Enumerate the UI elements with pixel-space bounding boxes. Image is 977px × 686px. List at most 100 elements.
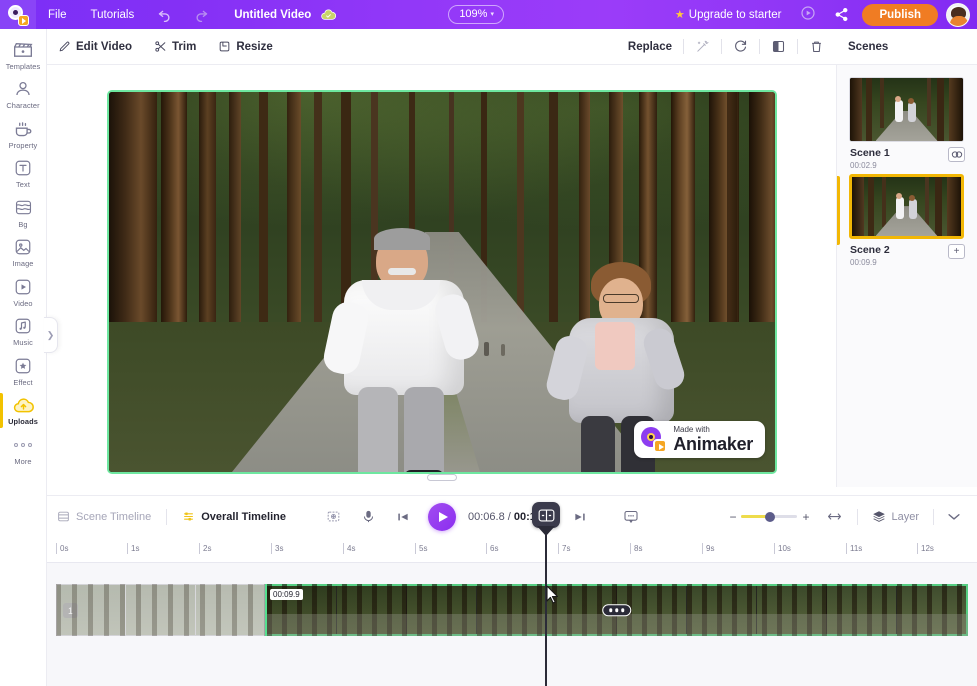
timeline-clip-scene-2[interactable]: 00:09.9 (265, 584, 968, 636)
share-icon[interactable] (825, 7, 858, 22)
resize-label: Resize (236, 40, 273, 53)
sidebar-item-effect[interactable]: Effect (0, 351, 47, 391)
resize-button[interactable]: Resize (207, 29, 283, 65)
sidebar-item-character[interactable]: Character (0, 75, 47, 115)
animaker-video-editor: File Tutorials Untitled Video 109% ▾ ★ U… (0, 0, 977, 686)
sidebar-item-text[interactable]: Text (0, 154, 47, 194)
overall-timeline-label: Overall Timeline (201, 510, 287, 523)
watermark-line-1: Made with (673, 425, 710, 434)
sidebar-item-property[interactable]: Property (0, 114, 47, 154)
chevron-down-icon: ▾ (490, 11, 494, 18)
ruler-tick: 2s (199, 543, 211, 554)
scene-name: Scene 1 (850, 147, 890, 159)
subtitle-icon[interactable] (613, 509, 649, 524)
microphone-icon[interactable] (351, 509, 386, 524)
playhead-pointer (537, 526, 555, 536)
menu-tutorials[interactable]: Tutorials (79, 0, 147, 29)
sidebar-item-uploads[interactable]: Uploads (0, 391, 47, 431)
next-frame-icon[interactable] (563, 510, 597, 524)
zoom-slider-knob[interactable] (765, 511, 776, 522)
timeline-zoom-slider[interactable]: − + (721, 510, 817, 524)
preview-play-icon[interactable] (791, 5, 825, 24)
undo-icon[interactable] (146, 0, 183, 29)
sidebar-item-image[interactable]: Image (0, 233, 47, 273)
layer-button[interactable]: Layer (863, 510, 928, 523)
ruler-tick: 7s (558, 543, 570, 554)
clip-duration-label: 00:09.9 (270, 589, 303, 600)
replace-button[interactable]: Replace (617, 29, 683, 65)
sidebar-label: Property (8, 140, 38, 150)
text-icon (13, 159, 34, 178)
edit-video-button[interactable]: Edit Video (47, 29, 143, 65)
overall-timeline-icon (182, 510, 195, 523)
zoom-in-button[interactable]: + (802, 510, 809, 524)
fit-to-screen-icon[interactable] (817, 510, 852, 523)
divider (166, 508, 168, 525)
video-preview[interactable]: Made with Animaker (107, 90, 777, 474)
play-button[interactable] (428, 502, 457, 531)
sidebar-label: Image (12, 259, 34, 268)
flip-icon[interactable] (760, 39, 797, 54)
ruler-tick: 8s (630, 543, 642, 554)
project-title[interactable]: Untitled Video (220, 9, 319, 21)
ruler-tick: 3s (271, 543, 283, 554)
upgrade-button[interactable]: ★ Upgrade to starter (665, 8, 792, 22)
focus-icon[interactable] (316, 509, 351, 524)
zoom-slider-track[interactable] (741, 511, 798, 522)
app-logo[interactable] (0, 0, 36, 29)
sidebar-label: Music (13, 338, 33, 347)
chevron-down-icon[interactable] (939, 512, 967, 521)
previous-frame-icon[interactable] (386, 510, 420, 524)
sidebar-item-music[interactable]: Music (0, 312, 47, 352)
video-icon (13, 277, 34, 296)
scene-card-2[interactable]: Scene 2 00:09.9 + (837, 174, 965, 267)
timeline-controls: Scene Timeline Overall Timeline 00:06.8 … (47, 495, 977, 537)
star-icon: ★ (674, 9, 685, 21)
scene-card-1[interactable]: Scene 1 00:02.9 (849, 77, 965, 170)
scenes-panel: Scene 1 00:02.9 Scene 2 00:09.9 + (836, 65, 977, 487)
ruler-tick: 10s (774, 543, 791, 554)
scene-duration: 00:02.9 (850, 161, 877, 171)
sidebar-item-bg[interactable]: Bg (0, 193, 47, 233)
clip-more-icon[interactable] (601, 604, 632, 616)
tab-scene-timeline[interactable]: Scene Timeline (47, 510, 161, 523)
scene-thumbnail[interactable] (849, 77, 964, 142)
timeline-ruler[interactable]: 0s 1s 2s 3s 4s 5s 6s 7s 8s 9s 10s 11s 12… (47, 537, 977, 563)
sidebar-item-more[interactable]: More (0, 430, 47, 470)
redo-icon[interactable] (183, 0, 220, 29)
scene-thumbnail[interactable] (849, 174, 964, 240)
more-dots-icon (14, 435, 32, 454)
timeline-clip-scene-1[interactable]: 1 (56, 584, 265, 636)
tab-overall-timeline[interactable]: Overall Timeline (172, 510, 296, 523)
scene-timeline-label: Scene Timeline (76, 510, 152, 523)
animaker-logo-icon (641, 426, 668, 453)
edit-toolbar: Edit Video Trim Resize Replace Scenes (47, 29, 977, 65)
sidebar-item-video[interactable]: Video (0, 272, 47, 312)
video-track: 1 00:09.9 (56, 584, 968, 636)
sidebar-item-templates[interactable]: Templates (0, 35, 47, 75)
trim-label: Trim (172, 40, 197, 53)
magic-wand-icon[interactable] (684, 39, 721, 54)
add-scene-icon[interactable]: + (948, 244, 965, 260)
animaker-logo-icon (8, 4, 29, 26)
menu-file[interactable]: File (36, 0, 79, 29)
stage-resize-handle[interactable] (426, 474, 457, 481)
link-scenes-icon[interactable] (948, 147, 965, 162)
trash-icon[interactable] (798, 39, 835, 54)
scissors-icon (154, 40, 167, 53)
zoom-out-button[interactable]: − (729, 510, 736, 524)
clip-index-badge: 1 (63, 603, 78, 618)
zoom-level-selector[interactable]: 109% ▾ (448, 5, 504, 24)
animaker-watermark: Made with Animaker (634, 421, 765, 458)
mouse-pointer (546, 585, 559, 609)
rotate-icon[interactable] (722, 39, 759, 54)
publish-button[interactable]: Publish (862, 3, 938, 26)
sidebar-collapse-toggle[interactable]: ❯ (44, 317, 58, 353)
split-playhead-icon[interactable] (532, 502, 560, 528)
timeline-tracks[interactable]: 1 00:09.9 (47, 563, 977, 686)
sidebar-label: Uploads (8, 417, 38, 426)
trim-button[interactable]: Trim (143, 29, 207, 65)
timeline-right-controls: − + Layer (721, 508, 977, 525)
edit-toolbar-actions: Replace (617, 29, 835, 65)
user-avatar[interactable] (946, 2, 970, 27)
